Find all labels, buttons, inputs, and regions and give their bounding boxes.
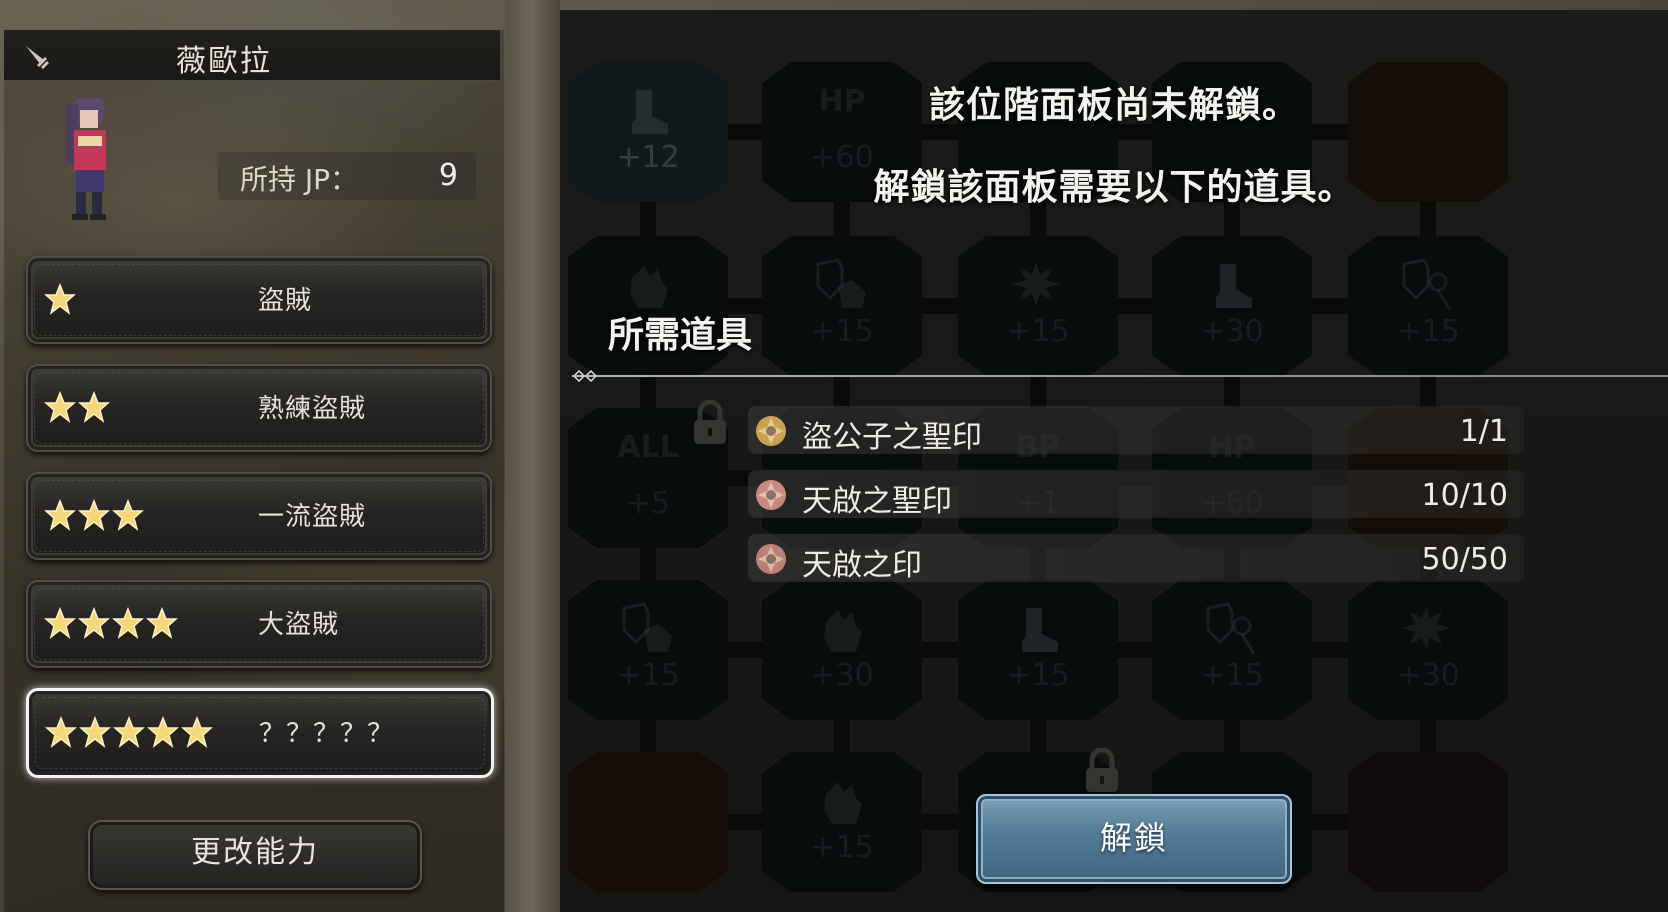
- pink-seal-icon: [756, 480, 786, 510]
- job-label: 大盜賊: [258, 610, 340, 640]
- required-item-name: 天啟之印: [802, 548, 922, 583]
- job-label: 一流盜賊: [258, 502, 367, 532]
- star-icon: [112, 498, 144, 531]
- star-icon: [78, 606, 110, 639]
- job-button-1-star[interactable]: 盜賊: [26, 256, 492, 344]
- required-item-row: 天啟之聖印 10/10: [748, 470, 1524, 519]
- jp-label: 所持 JP：: [240, 163, 359, 196]
- job-button-4-star[interactable]: 大盜賊: [26, 580, 492, 668]
- job-rank-stars: [45, 715, 213, 750]
- job-label: 盜賊: [258, 286, 313, 316]
- required-item-row: 盜公子之聖印 1/1: [748, 406, 1524, 455]
- required-item-count: 10/10: [1421, 478, 1508, 513]
- pink-seal-icon: [756, 544, 786, 574]
- job-rank-stars: [44, 390, 110, 425]
- required-item-row: 天啟之印 50/50: [748, 534, 1524, 583]
- unlock-requirement-message: 解鎖該面板需要以下的道具。: [873, 167, 1355, 208]
- sword-icon: [26, 46, 50, 70]
- required-items-title: 所需道具: [608, 315, 753, 356]
- required-item-name: 盜公子之聖印: [802, 420, 982, 455]
- job-button-5-star[interactable]: ？？？？？: [26, 688, 494, 778]
- jp-value: 9: [438, 158, 458, 193]
- locked-overlay: [560, 10, 1668, 912]
- job-rank-stars: [44, 606, 178, 641]
- character-name-bar: 薇歐拉: [4, 30, 500, 81]
- job-button-3-star[interactable]: 一流盜賊: [26, 472, 492, 560]
- required-items-divider: [572, 375, 1668, 377]
- panel-divider: [505, 0, 560, 912]
- job-rank-stars: [44, 282, 76, 317]
- job-label: ？？？？？: [259, 719, 395, 749]
- star-icon: [147, 715, 179, 748]
- star-icon: [113, 715, 145, 748]
- character-portrait: [66, 98, 106, 220]
- required-item-count: 50/50: [1421, 542, 1508, 577]
- jp-display: 所持 JP： 9: [218, 152, 476, 200]
- star-icon: [181, 715, 213, 748]
- star-icon: [78, 498, 110, 531]
- star-icon: [112, 606, 144, 639]
- star-icon: [44, 606, 76, 639]
- star-icon: [146, 606, 178, 639]
- gold-seal-icon: [756, 416, 786, 446]
- star-icon: [44, 498, 76, 531]
- star-icon: [45, 715, 77, 748]
- unlock-button[interactable]: 解鎖: [976, 794, 1292, 884]
- job-label: 熟練盜賊: [258, 394, 367, 424]
- job-button-2-star[interactable]: 熟練盜賊: [26, 364, 492, 452]
- required-item-name: 天啟之聖印: [802, 484, 952, 519]
- star-icon: [44, 282, 76, 315]
- change-ability-button[interactable]: 更改能力: [88, 820, 422, 890]
- required-item-count: 1/1: [1459, 414, 1508, 449]
- star-icon: [78, 390, 110, 423]
- job-rank-stars: [44, 498, 144, 533]
- locked-message: 該位階面板尚未解鎖。: [928, 85, 1299, 126]
- star-icon: [79, 715, 111, 748]
- star-icon: [44, 390, 76, 423]
- character-name: 薇歐拉: [176, 44, 272, 79]
